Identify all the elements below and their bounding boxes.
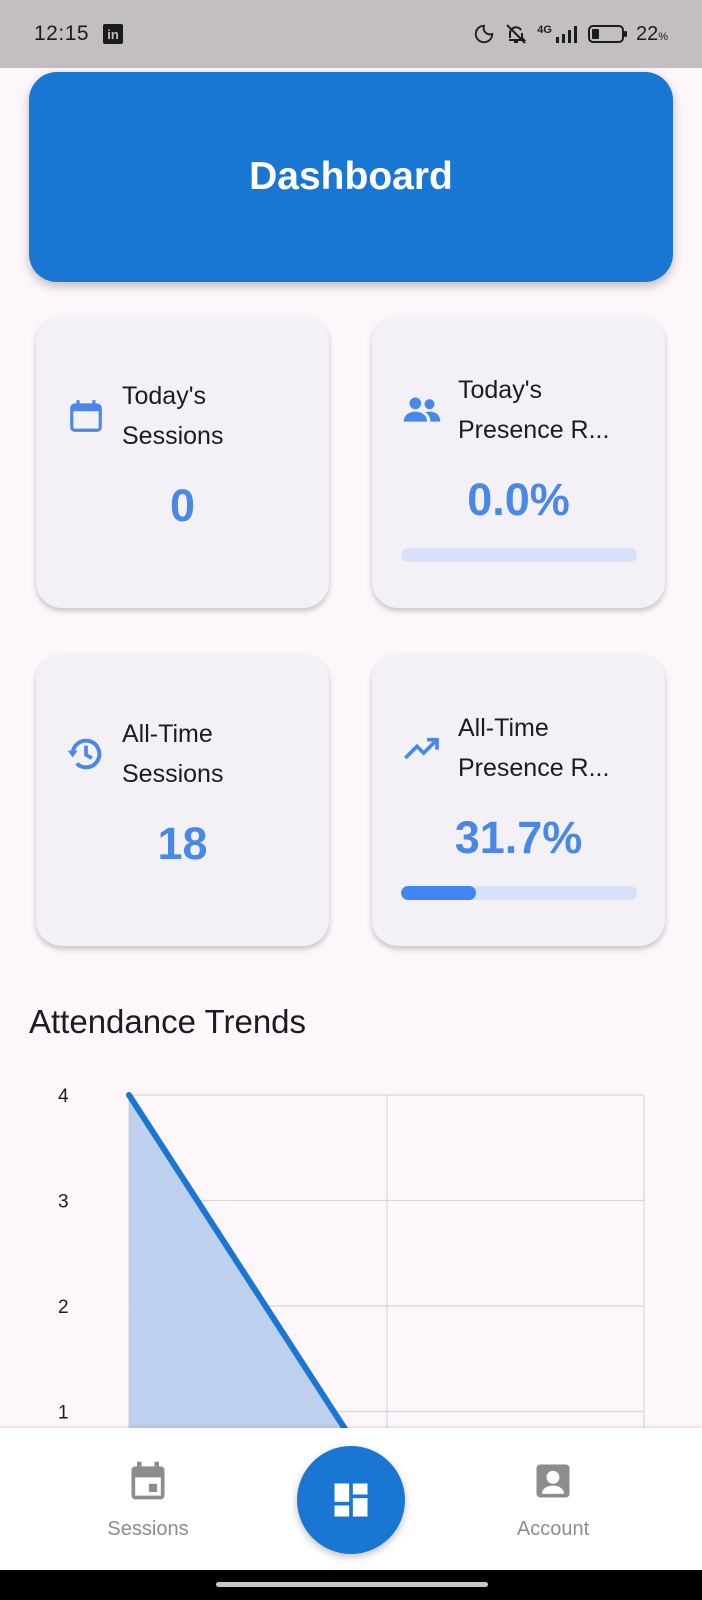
y-tick-label: 1 [58, 1403, 69, 1424]
nav-account[interactable]: Account [463, 1458, 643, 1541]
calendar-icon [131, 1461, 165, 1500]
todays-presence-card[interactable]: Today's Presence R... 0.0% [372, 316, 665, 608]
all-time-sessions-card[interactable]: All-Time Sessions 18 [36, 654, 329, 946]
all-time-sessions-value: 18 [157, 818, 208, 869]
moon-icon [475, 24, 494, 44]
mute-icon [506, 24, 527, 44]
all-time-presence-value: 31.7% [454, 812, 583, 863]
network-type: 4G [537, 24, 552, 36]
todays-sessions-card[interactable]: Today's Sessions 0 [36, 316, 329, 608]
series-area [129, 1095, 346, 1430]
battery-percent: 22% [635, 22, 668, 45]
status-bar: 12:15 in 4G 22% [0, 0, 702, 68]
card-label: Today's Sessions [122, 382, 224, 450]
attendance-trends-title: Attendance Trends [29, 1003, 307, 1040]
gesture-bar [0, 1570, 702, 1600]
progress-fill [401, 886, 476, 900]
linkedin-icon: in [103, 24, 124, 44]
signal-icon [555, 26, 577, 43]
y-tick-label: 3 [58, 1192, 69, 1213]
page-title: Dashboard [249, 155, 453, 198]
attendance-trends-chart: 4 3 2 1 [58, 1086, 645, 1430]
bottom-navigation: Sessions Account [0, 1428, 702, 1570]
todays-presence-value: 0.0% [467, 474, 570, 525]
todays-presence-progress [401, 548, 637, 562]
people-icon [402, 390, 442, 430]
todays-sessions-value: 0 [169, 480, 196, 531]
battery-icon [587, 25, 627, 43]
dashboard-fab[interactable] [297, 1446, 405, 1554]
history-icon [66, 734, 106, 774]
home-indicator [216, 1582, 488, 1587]
nav-sessions[interactable]: Sessions [58, 1458, 238, 1541]
y-tick-label: 4 [58, 1086, 69, 1107]
nav-sessions-label: Sessions [107, 1518, 189, 1540]
dashboard-icon [334, 1483, 368, 1517]
trending-up-icon [402, 728, 442, 768]
account-icon [536, 1464, 570, 1498]
all-time-presence-card[interactable]: All-Time Presence R... 31.7% [372, 654, 665, 946]
dashboard-header: Dashboard [29, 72, 673, 282]
calendar-icon [66, 396, 106, 436]
status-time: 12:15 [34, 22, 90, 45]
card-label: Today's Presence R... [458, 376, 610, 444]
all-time-presence-progress [401, 886, 637, 900]
y-tick-label: 2 [58, 1297, 69, 1318]
card-label: All-Time Sessions [122, 720, 224, 788]
card-label: All-Time Presence R... [458, 714, 610, 782]
nav-account-label: Account [516, 1518, 590, 1540]
status-indicators: 4G 22% [473, 22, 668, 46]
